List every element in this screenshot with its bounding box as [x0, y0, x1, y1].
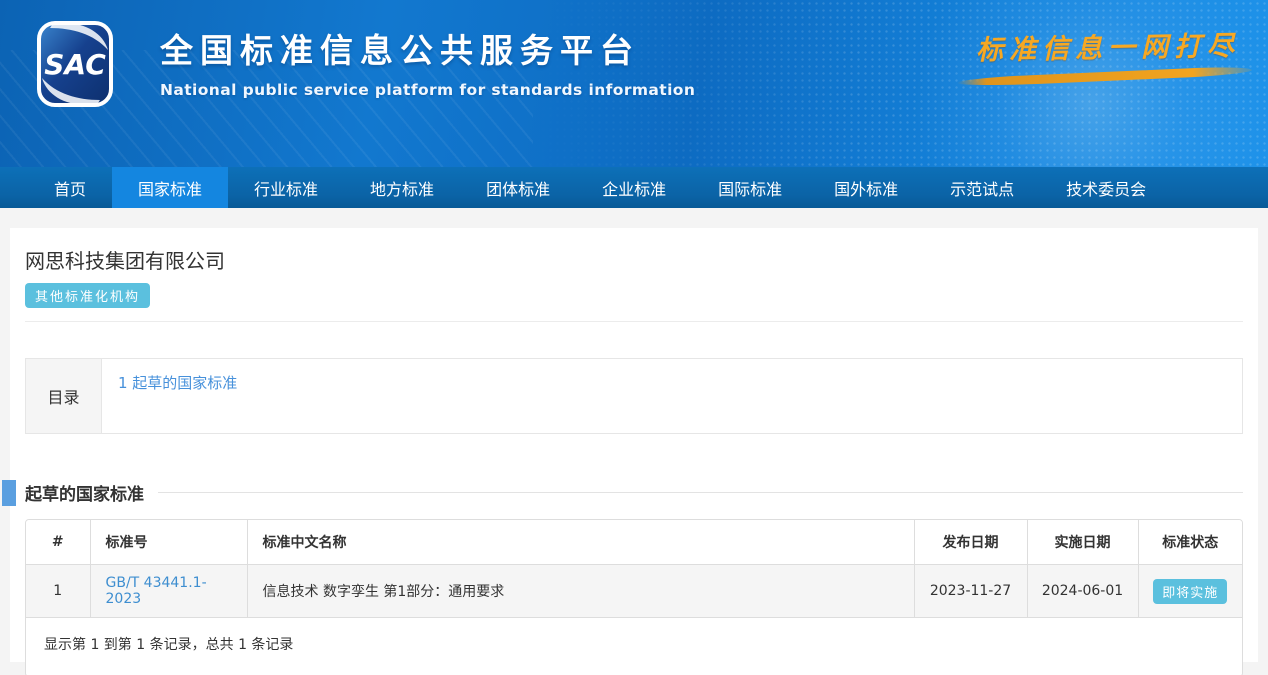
- nav-item-local-standards[interactable]: 地方标准: [344, 167, 460, 208]
- col-header-publish-date: 发布日期: [914, 520, 1027, 565]
- cell-publish-date: 2023-11-27: [914, 565, 1027, 618]
- section-header: 起草的国家标准: [25, 480, 1243, 505]
- directory-box: 目录 1 起草的国家标准: [25, 358, 1243, 434]
- nav-item-technical-committees[interactable]: 技术委员会: [1040, 167, 1172, 208]
- col-header-standard-no: 标准号: [90, 520, 247, 565]
- org-type-badge: 其他标准化机构: [25, 283, 150, 308]
- col-header-status: 标准状态: [1138, 520, 1242, 565]
- nav-item-pilot-programs[interactable]: 示范试点: [924, 167, 1040, 208]
- divider: [25, 321, 1243, 322]
- section-rule: [158, 492, 1243, 493]
- sac-logo-icon[interactable]: SAC: [36, 20, 114, 108]
- table-record-summary: 显示第 1 到第 1 条记录，总共 1 条记录: [26, 618, 1242, 675]
- col-header-index: #: [26, 520, 90, 565]
- org-card: 网思科技集团有限公司 其他标准化机构 目录 1 起草的国家标准 起草的国家标准 …: [10, 228, 1258, 662]
- table-header-row: # 标准号 标准中文名称 发布日期 实施日期 标准状态: [26, 520, 1242, 565]
- nav-item-national-standards[interactable]: 国家标准: [112, 167, 228, 208]
- standards-table: # 标准号 标准中文名称 发布日期 实施日期 标准状态 1 GB/T 43441…: [26, 520, 1242, 618]
- table-row: 1 GB/T 43441.1-2023 信息技术 数字孪生 第1部分：通用要求 …: [26, 565, 1242, 618]
- cell-index: 1: [26, 565, 90, 618]
- col-header-name-cn: 标准中文名称: [247, 520, 914, 565]
- slogan-brush-underline: [957, 66, 1252, 88]
- cell-implement-date: 2024-06-01: [1027, 565, 1138, 618]
- standards-table-container: # 标准号 标准中文名称 发布日期 实施日期 标准状态 1 GB/T 43441…: [25, 519, 1243, 675]
- brand-block: 全国标准信息公共服务平台 National public service pla…: [160, 24, 695, 99]
- nav-item-foreign-standards[interactable]: 国外标准: [808, 167, 924, 208]
- cell-status: 即将实施: [1138, 565, 1242, 618]
- nav-item-industry-standards[interactable]: 行业标准: [228, 167, 344, 208]
- directory-label: 目录: [26, 359, 102, 433]
- sac-logo-svg: SAC: [36, 20, 114, 108]
- site-subtitle: National public service platform for sta…: [160, 81, 695, 99]
- site-header: SAC 全国标准信息公共服务平台 National public service…: [0, 0, 1268, 167]
- cell-standard-no: GB/T 43441.1-2023: [90, 565, 247, 618]
- nav-item-group-standards[interactable]: 团体标准: [460, 167, 576, 208]
- directory-body: 1 起草的国家标准: [102, 359, 1242, 433]
- nav-item-international-standards[interactable]: 国际标准: [692, 167, 808, 208]
- org-name: 网思科技集团有限公司: [25, 245, 1243, 274]
- directory-link-drafted-standards[interactable]: 1 起草的国家标准: [118, 374, 237, 392]
- nav-item-home[interactable]: 首页: [28, 167, 112, 208]
- main-nav: 首页 国家标准 行业标准 地方标准 团体标准 企业标准 国际标准 国外标准 示范…: [0, 167, 1268, 208]
- slogan-text: 标准信息一网打尽: [976, 24, 1241, 68]
- section-marker-icon: [2, 480, 16, 506]
- nav-item-enterprise-standards[interactable]: 企业标准: [576, 167, 692, 208]
- svg-text:SAC: SAC: [44, 48, 106, 81]
- standard-no-link[interactable]: GB/T 43441.1-2023: [106, 575, 207, 607]
- cell-name-cn: 信息技术 数字孪生 第1部分：通用要求: [247, 565, 914, 618]
- site-title: 全国标准信息公共服务平台: [160, 24, 695, 72]
- page-content: 网思科技集团有限公司 其他标准化机构 目录 1 起草的国家标准 起草的国家标准 …: [0, 208, 1268, 662]
- status-badge: 即将实施: [1153, 579, 1227, 604]
- section-title: 起草的国家标准: [25, 480, 144, 505]
- col-header-implement-date: 实施日期: [1027, 520, 1138, 565]
